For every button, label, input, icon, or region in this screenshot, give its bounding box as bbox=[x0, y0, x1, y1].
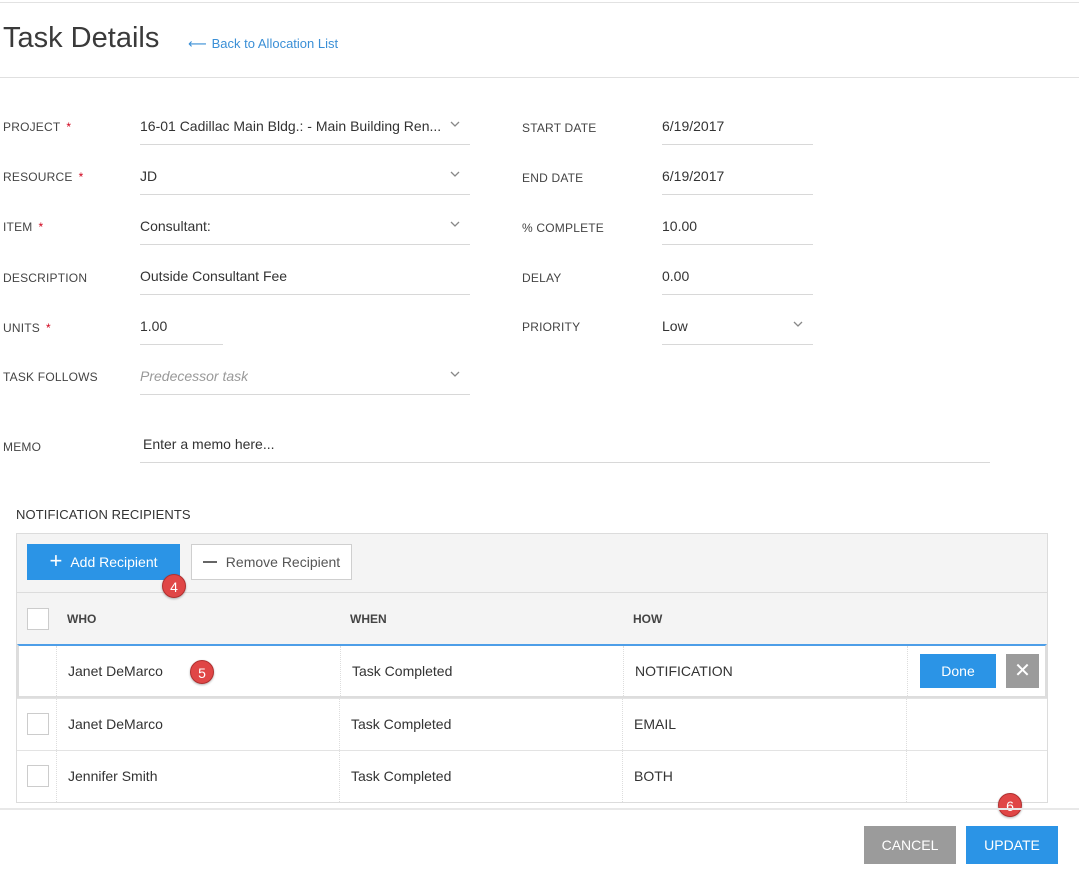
end-date-label: END DATE bbox=[522, 171, 584, 185]
who-cell: Janet DeMarco bbox=[57, 699, 340, 750]
page-header: Task Details ⟵ Back to Allocation List bbox=[0, 22, 1079, 62]
start-date-label: START DATE bbox=[522, 121, 597, 135]
select-all-checkbox[interactable] bbox=[27, 608, 49, 630]
top-divider bbox=[0, 2, 1079, 3]
close-icon[interactable]: ✕ bbox=[1006, 654, 1039, 688]
table-row[interactable]: Janet DeMarco Task Completed EMAIL bbox=[17, 698, 1047, 750]
cancel-button[interactable]: CANCEL bbox=[864, 826, 956, 864]
table-row[interactable]: Jennifer Smith Task Completed BOTH bbox=[17, 750, 1047, 802]
how-cell[interactable]: NOTIFICATION bbox=[624, 646, 908, 696]
chevron-down-icon bbox=[450, 121, 460, 127]
update-button[interactable]: UPDATE bbox=[966, 826, 1058, 864]
step-badge-5: 5 bbox=[190, 660, 214, 684]
remove-recipient-button[interactable]: Remove Recipient bbox=[191, 544, 352, 580]
item-select[interactable]: Consultant: bbox=[140, 211, 470, 245]
step-badge-6: 6 bbox=[998, 793, 1022, 817]
required-marker: * bbox=[46, 321, 51, 335]
units-input[interactable]: 1.00 bbox=[140, 311, 223, 345]
project-label: PROJECT * bbox=[3, 120, 72, 134]
chevron-down-icon bbox=[450, 171, 460, 177]
how-cell: BOTH bbox=[623, 751, 907, 802]
who-cell: Jennifer Smith bbox=[57, 751, 340, 802]
chevron-down-icon bbox=[450, 221, 460, 227]
memo-input[interactable]: Enter a memo here... bbox=[140, 429, 990, 463]
required-marker: * bbox=[78, 170, 84, 184]
delay-input[interactable]: 0.00 bbox=[662, 261, 813, 295]
required-marker: * bbox=[66, 120, 72, 134]
start-date-input[interactable]: 6/19/2017 bbox=[662, 111, 813, 145]
percent-complete-input[interactable]: 10.00 bbox=[662, 211, 813, 245]
add-recipient-button[interactable]: + Add Recipient bbox=[27, 544, 180, 580]
footer-divider bbox=[0, 808, 1079, 810]
delay-label: DELAY bbox=[522, 271, 562, 285]
row-checkbox-cell bbox=[19, 646, 57, 696]
resource-select[interactable]: JD bbox=[140, 161, 470, 195]
priority-label: PRIORITY bbox=[522, 320, 581, 334]
column-who[interactable]: WHO bbox=[67, 612, 96, 626]
project-select[interactable]: 16-01 Cadillac Main Bldg.: - Main Buildi… bbox=[140, 111, 470, 145]
item-label: ITEM * bbox=[3, 220, 44, 234]
end-date-input[interactable]: 6/19/2017 bbox=[662, 161, 813, 195]
description-input[interactable]: Outside Consultant Fee bbox=[140, 261, 470, 295]
how-cell: EMAIL bbox=[623, 699, 907, 750]
when-cell: Task Completed bbox=[340, 699, 623, 750]
description-label: DESCRIPTION bbox=[3, 271, 88, 285]
back-arrow-icon: ⟵ bbox=[188, 36, 207, 51]
percent-complete-label: % COMPLETE bbox=[522, 221, 605, 235]
column-when[interactable]: WHEN bbox=[350, 612, 387, 626]
done-button[interactable]: Done bbox=[920, 654, 996, 688]
required-marker: * bbox=[38, 220, 44, 234]
resource-label: RESOURCE * bbox=[3, 170, 84, 184]
units-label: UNITS * bbox=[3, 321, 51, 335]
memo-label: MEMO bbox=[3, 440, 42, 454]
header-divider bbox=[0, 77, 1079, 78]
when-cell[interactable]: Task Completed bbox=[341, 646, 624, 696]
row-checkbox-cell bbox=[17, 699, 57, 750]
step-badge-4: 4 bbox=[162, 574, 186, 598]
row-checkbox-cell bbox=[17, 751, 57, 802]
notification-recipients-title: NOTIFICATION RECIPIENTS bbox=[16, 507, 191, 522]
grid-header: WHO WHEN HOW bbox=[17, 592, 1047, 644]
column-how[interactable]: HOW bbox=[633, 612, 662, 626]
priority-select[interactable]: Low bbox=[662, 311, 813, 345]
task-follows-label: TASK FOLLOWS bbox=[3, 370, 98, 384]
table-row-editing[interactable]: Janet DeMarco Task Completed NOTIFICATIO… bbox=[17, 644, 1047, 698]
minus-icon bbox=[202, 561, 217, 563]
when-cell: Task Completed bbox=[340, 751, 623, 802]
page-title: Task Details bbox=[3, 22, 160, 54]
chevron-down-icon bbox=[450, 371, 460, 377]
back-link-label: Back to Allocation List bbox=[211, 36, 339, 51]
plus-icon: + bbox=[49, 548, 63, 573]
back-to-allocation-list-link[interactable]: ⟵ Back to Allocation List bbox=[188, 36, 338, 52]
chevron-down-icon bbox=[793, 321, 803, 327]
task-follows-select[interactable]: Predecessor task bbox=[140, 361, 470, 395]
